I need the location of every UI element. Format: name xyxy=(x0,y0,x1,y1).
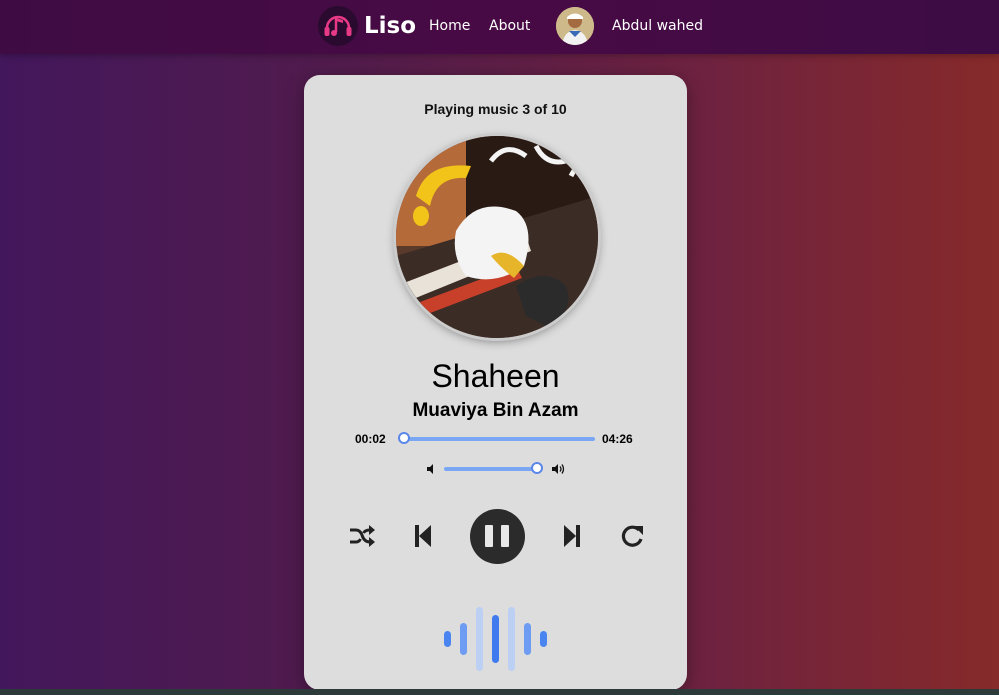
album-art xyxy=(396,136,598,338)
wave-bar xyxy=(540,631,547,647)
repeat-icon[interactable] xyxy=(619,523,645,554)
volume-low-icon[interactable] xyxy=(426,462,438,480)
volume-handle[interactable] xyxy=(531,462,543,474)
pause-button[interactable] xyxy=(470,509,525,564)
pause-icon xyxy=(485,525,493,547)
song-artist: Muaviya Bin Azam xyxy=(412,400,579,421)
nav-link-home[interactable]: Home xyxy=(429,18,470,34)
progress-handle[interactable] xyxy=(397,432,410,444)
volume-slider[interactable] xyxy=(444,467,537,471)
wave-bar xyxy=(508,607,515,671)
user-avatar[interactable] xyxy=(556,7,594,45)
brand-name[interactable]: Liso xyxy=(364,13,416,39)
previous-icon[interactable] xyxy=(414,524,432,553)
progress-bar[interactable] xyxy=(400,437,595,441)
user-name[interactable]: Abdul wahed xyxy=(612,18,703,34)
navbar: Liso Home About Abdul wahed xyxy=(0,0,999,54)
wave-bar xyxy=(444,631,451,647)
wave-bar xyxy=(524,623,531,655)
duration: 04:26 xyxy=(602,432,633,446)
shuffle-icon[interactable] xyxy=(348,524,376,553)
volume-high-icon[interactable] xyxy=(551,462,565,480)
wave-bar xyxy=(492,615,499,663)
nav-link-about[interactable]: About xyxy=(489,18,530,34)
music-player-card: Playing music 3 of 10 Shaheen Muaviya Bi… xyxy=(304,75,687,690)
pause-icon xyxy=(501,525,509,547)
current-time: 00:02 xyxy=(355,432,386,446)
next-icon[interactable] xyxy=(563,524,581,553)
playing-status: Playing music 3 of 10 xyxy=(424,101,567,117)
wave-bar xyxy=(476,607,483,671)
song-title: Shaheen xyxy=(431,358,560,394)
wave-bar xyxy=(460,623,467,655)
music-logo-icon[interactable] xyxy=(318,6,358,46)
footer-strip xyxy=(0,689,999,695)
